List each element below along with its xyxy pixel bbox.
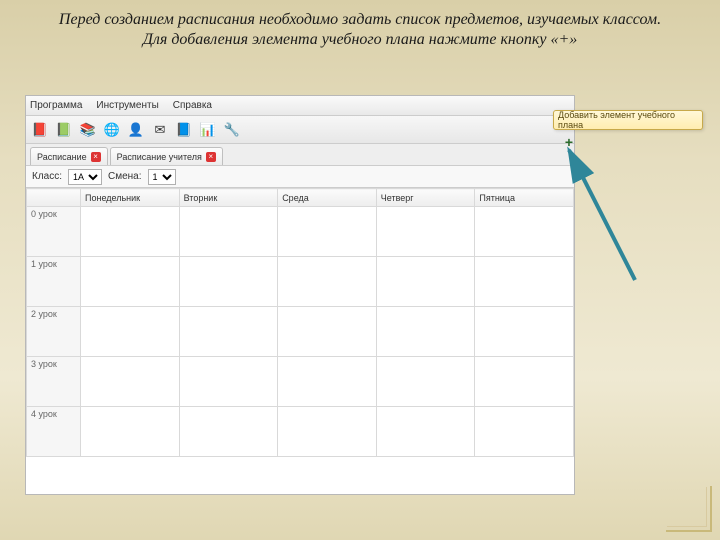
- schedule-cell[interactable]: [475, 257, 574, 307]
- schedule-cell[interactable]: [179, 207, 278, 257]
- col-header-thursday: Четверг: [376, 189, 475, 207]
- schedule-cell[interactable]: [278, 257, 377, 307]
- tabs-bar: Расписание × Расписание учителя ×: [26, 144, 574, 166]
- col-header-wednesday: Среда: [278, 189, 377, 207]
- schedule-cell[interactable]: [475, 207, 574, 257]
- schedule-cell[interactable]: [179, 357, 278, 407]
- class-select[interactable]: 1А: [68, 169, 102, 185]
- col-header-tuesday: Вторник: [179, 189, 278, 207]
- row-header: 0 урок: [27, 207, 81, 257]
- schedule-cell[interactable]: [81, 257, 180, 307]
- book-green-icon[interactable]: 📗: [54, 120, 74, 140]
- app-window: Программа Инструменты Справка 📕📗📚🌐👤✉📘📊🔧 …: [25, 95, 575, 495]
- schedule-cell[interactable]: [376, 207, 475, 257]
- tooltip-add-element: Добавить элемент учебного плана: [553, 110, 703, 130]
- row-header: 4 урок: [27, 407, 81, 457]
- shift-label: Смена:: [108, 171, 142, 182]
- schedule-cell[interactable]: [81, 207, 180, 257]
- schedule-cell[interactable]: [81, 357, 180, 407]
- schedule-cell[interactable]: [376, 257, 475, 307]
- filter-bar: Класс: 1А Смена: 1: [26, 166, 574, 188]
- col-header-monday: Понедельник: [81, 189, 180, 207]
- globe-icon[interactable]: 🌐: [102, 120, 122, 140]
- schedule-cell[interactable]: [81, 307, 180, 357]
- mail-icon[interactable]: ✉: [150, 120, 170, 140]
- schedule-cell[interactable]: [376, 357, 475, 407]
- row-header: 2 урок: [27, 307, 81, 357]
- schedule-cell[interactable]: [81, 407, 180, 457]
- schedule-cell[interactable]: [475, 307, 574, 357]
- menu-program[interactable]: Программа: [30, 100, 82, 111]
- schedule-cell[interactable]: [278, 207, 377, 257]
- schedule-grid-container: Понедельник Вторник Среда Четверг Пятниц…: [26, 188, 574, 494]
- teacher-icon[interactable]: 👤: [126, 120, 146, 140]
- chart-icon[interactable]: 📊: [198, 120, 218, 140]
- table-row: 0 урок: [27, 207, 574, 257]
- schedule-table: Понедельник Вторник Среда Четверг Пятниц…: [26, 188, 574, 457]
- menu-help[interactable]: Справка: [173, 100, 212, 111]
- schedule-cell[interactable]: [278, 407, 377, 457]
- schedule-cell[interactable]: [278, 357, 377, 407]
- schedule-cell[interactable]: [475, 407, 574, 457]
- schedule-cell[interactable]: [179, 407, 278, 457]
- tab-label: Расписание: [37, 152, 87, 162]
- col-header-friday: Пятница: [475, 189, 574, 207]
- decorative-corner-inner: [667, 487, 707, 527]
- shift-select[interactable]: 1: [148, 169, 176, 185]
- menu-tools[interactable]: Инструменты: [96, 100, 158, 111]
- row-header: 3 урок: [27, 357, 81, 407]
- table-row: 2 урок: [27, 307, 574, 357]
- class-label: Класс:: [32, 171, 62, 182]
- tools-icon[interactable]: 🔧: [222, 120, 242, 140]
- schedule-cell[interactable]: [179, 307, 278, 357]
- table-row: 1 урок: [27, 257, 574, 307]
- add-element-button[interactable]: +: [562, 134, 576, 148]
- schedule-cell[interactable]: [278, 307, 377, 357]
- toolbar: 📕📗📚🌐👤✉📘📊🔧: [26, 116, 574, 144]
- tab-teacher-schedule[interactable]: Расписание учителя ×: [110, 147, 223, 165]
- book-red-icon[interactable]: 📕: [30, 120, 50, 140]
- tab-schedule[interactable]: Расписание ×: [30, 147, 108, 165]
- schedule-cell[interactable]: [376, 307, 475, 357]
- table-row: 3 урок: [27, 357, 574, 407]
- close-icon[interactable]: ×: [206, 152, 216, 162]
- close-icon[interactable]: ×: [91, 152, 101, 162]
- notebook-icon[interactable]: 📘: [174, 120, 194, 140]
- col-header-blank: [27, 189, 81, 207]
- tab-label: Расписание учителя: [117, 152, 202, 162]
- schedule-cell[interactable]: [179, 257, 278, 307]
- books-icon[interactable]: 📚: [78, 120, 98, 140]
- row-header: 1 урок: [27, 257, 81, 307]
- table-row: 4 урок: [27, 407, 574, 457]
- schedule-cell[interactable]: [475, 357, 574, 407]
- schedule-cell[interactable]: [376, 407, 475, 457]
- slide-caption: Перед созданием расписания необходимо за…: [0, 0, 720, 56]
- menubar: Программа Инструменты Справка: [26, 96, 574, 116]
